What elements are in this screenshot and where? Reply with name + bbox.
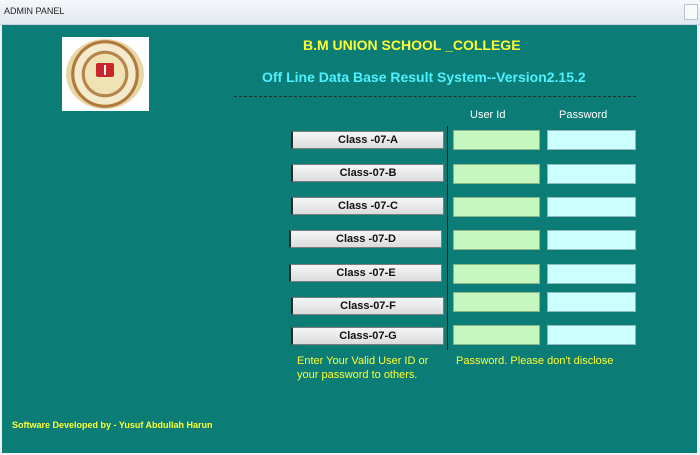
class-07-b-password-input[interactable] bbox=[547, 164, 636, 184]
notice-text-line1-left: Enter Your Valid User ID or bbox=[297, 355, 429, 367]
class-07-c-password-input[interactable] bbox=[547, 197, 636, 217]
user-id-column-header: User Id bbox=[470, 109, 506, 121]
notice-text-line2: your password to others. bbox=[297, 369, 418, 381]
class-07-a-userid-input[interactable] bbox=[453, 130, 540, 150]
class-07-d-password-input[interactable] bbox=[547, 230, 636, 250]
class-07-f-password-input[interactable] bbox=[547, 292, 636, 312]
window-menu-icon[interactable] bbox=[684, 4, 698, 20]
class-07-g-button[interactable]: Class-07-G bbox=[291, 327, 444, 345]
developer-credit: Software Developed by - Yusuf Abdullah H… bbox=[12, 420, 213, 430]
system-name: Off Line Data Base Result System--Versio… bbox=[262, 69, 586, 85]
class-07-e-password-input[interactable] bbox=[547, 264, 636, 284]
header-divider bbox=[234, 96, 636, 97]
class-07-a-password-input[interactable] bbox=[547, 130, 636, 150]
school-logo bbox=[62, 37, 149, 111]
class-07-c-userid-input[interactable] bbox=[453, 197, 540, 217]
window-title: ADMIN PANEL bbox=[4, 6, 65, 16]
class-07-g-userid-input[interactable] bbox=[453, 325, 540, 345]
class-07-b-userid-input[interactable] bbox=[453, 164, 540, 184]
class-07-f-userid-input[interactable] bbox=[453, 292, 540, 312]
class-07-d-button[interactable]: Class -07-D bbox=[289, 230, 442, 248]
password-column-header: Password bbox=[559, 109, 608, 121]
class-07-g-password-input[interactable] bbox=[547, 325, 636, 345]
class-07-b-button[interactable]: Class-07-B bbox=[291, 164, 444, 182]
column-divider bbox=[447, 126, 448, 350]
class-07-e-userid-input[interactable] bbox=[453, 264, 540, 284]
admin-panel-window: ADMIN PANEL B.M UNION SCHOOL _COLLEGE Of… bbox=[0, 0, 700, 455]
school-seal-icon bbox=[66, 39, 144, 109]
class-07-e-button[interactable]: Class -07-E bbox=[289, 264, 442, 282]
class-07-f-button[interactable]: Class-07-F bbox=[291, 297, 444, 315]
class-07-d-userid-input[interactable] bbox=[453, 230, 540, 250]
title-bar: ADMIN PANEL bbox=[0, 0, 700, 25]
class-07-c-button[interactable]: Class -07-C bbox=[291, 197, 444, 215]
school-name: B.M UNION SCHOOL _COLLEGE bbox=[303, 37, 521, 53]
class-07-a-button[interactable]: Class -07-A bbox=[291, 131, 444, 149]
notice-text-line1-right: Password. Please don't disclose bbox=[456, 355, 614, 367]
